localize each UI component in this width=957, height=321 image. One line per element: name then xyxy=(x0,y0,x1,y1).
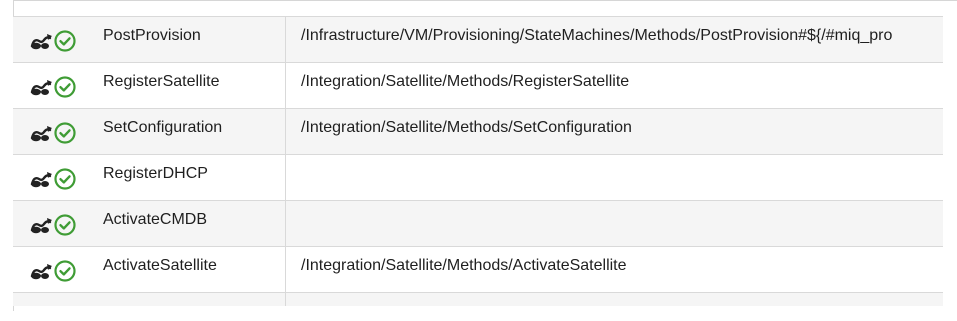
row-path: /Infrastructure/VM/Provisioning/StateMac… xyxy=(301,27,893,44)
state-machine-icon xyxy=(30,126,52,142)
row-name: SetConfiguration xyxy=(103,119,223,136)
name-cell: ActivateCMDB xyxy=(13,201,286,246)
table-row[interactable]: SetConfiguration /Integration/Satellite/… xyxy=(13,108,943,154)
check-circle-icon xyxy=(54,76,76,98)
path-cell xyxy=(286,293,943,306)
state-machine-icon xyxy=(30,34,52,50)
state-machine-icon xyxy=(30,80,52,96)
path-cell: /Integration/Satellite/Methods/ActivateS… xyxy=(286,247,943,292)
row-path: /Integration/Satellite/Methods/RegisterS… xyxy=(301,73,630,90)
path-cell: /Integration/Satellite/Methods/SetConfig… xyxy=(286,109,943,154)
check-circle-icon xyxy=(54,260,76,282)
row-name: ActivateCMDB xyxy=(103,211,208,228)
table-row[interactable]: ActivateCMDB xyxy=(13,200,943,246)
path-cell: /Infrastructure/VM/Provisioning/StateMac… xyxy=(286,17,943,62)
row-path xyxy=(286,155,943,165)
check-circle-icon xyxy=(54,30,76,52)
row-path xyxy=(286,201,943,211)
state-machine-icon xyxy=(30,264,52,280)
name-cell: PostProvision xyxy=(13,17,286,62)
row-path: /Integration/Satellite/Methods/ActivateS… xyxy=(301,257,627,274)
check-circle-icon xyxy=(54,214,76,236)
table-row[interactable]: ActivateSatellite /Integration/Satellite… xyxy=(13,246,943,292)
path-cell xyxy=(286,155,943,200)
table-row[interactable]: RegisterSatellite /Integration/Satellite… xyxy=(13,62,943,108)
state-machine-icon xyxy=(30,172,52,188)
name-cell: RegisterSatellite xyxy=(13,63,286,108)
path-cell xyxy=(286,201,943,246)
row-name: ActivateSatellite xyxy=(103,257,217,274)
name-cell: SetConfiguration xyxy=(13,109,286,154)
state-machine-table: PostProvision /Infrastructure/VM/Provisi… xyxy=(13,16,943,306)
name-cell: RegisterDHCP xyxy=(13,155,286,200)
check-circle-icon xyxy=(54,122,76,144)
table-row[interactable]: PostProvision /Infrastructure/VM/Provisi… xyxy=(13,16,943,62)
table-row[interactable]: RegisterDHCP xyxy=(13,154,943,200)
path-cell: /Integration/Satellite/Methods/RegisterS… xyxy=(286,63,943,108)
row-path: /Integration/Satellite/Methods/SetConfig… xyxy=(301,119,632,136)
row-name: PostProvision xyxy=(103,27,201,44)
row-name: RegisterSatellite xyxy=(103,73,220,90)
row-name: RegisterDHCP xyxy=(103,165,208,182)
table-row-partial xyxy=(13,292,943,306)
name-cell xyxy=(13,293,286,306)
name-cell: ActivateSatellite xyxy=(13,247,286,292)
state-machine-icon xyxy=(30,218,52,234)
check-circle-icon xyxy=(54,168,76,190)
